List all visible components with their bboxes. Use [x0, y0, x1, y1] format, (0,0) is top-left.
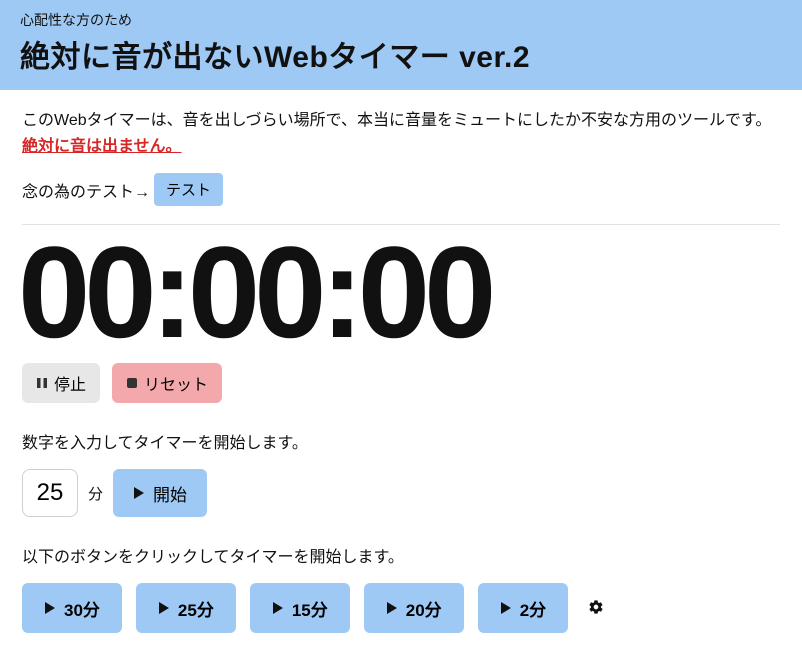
play-icon [133, 486, 145, 500]
settings-button[interactable] [582, 593, 610, 624]
preset-label: 20分 [406, 596, 442, 621]
preset-section-label: 以下のボタンをクリックしてタイマーを開始します。 [22, 543, 780, 567]
start-button[interactable]: 開始 [113, 469, 207, 517]
gear-icon [588, 599, 604, 615]
preset-button-2min[interactable]: 2分 [478, 583, 568, 633]
input-section-label: 数字を入力してタイマーを開始します。 [22, 429, 780, 453]
pause-icon [36, 377, 48, 389]
test-button[interactable]: テスト [154, 173, 223, 206]
start-button-label: 開始 [153, 481, 187, 506]
app-header: 心配性な方のため 絶対に音が出ないWebタイマー ver.2 [0, 0, 802, 90]
minutes-unit: 分 [88, 483, 103, 504]
play-icon [44, 601, 56, 615]
intro-block: このWebタイマーは、音を出しづらい場所で、本当に音量をミュートにしたか不安な方… [22, 108, 780, 159]
timer-display: 00:00:00 [18, 227, 780, 357]
no-sound-link[interactable]: 絶対に音は出ません。 [22, 138, 182, 155]
test-label: 念の為のテスト→ [22, 178, 150, 202]
minutes-input[interactable] [22, 469, 78, 517]
preset-button-15min[interactable]: 15分 [250, 583, 350, 633]
preset-button-20min[interactable]: 20分 [364, 583, 464, 633]
header-subtitle: 心配性な方のため [20, 10, 782, 30]
pause-button[interactable]: 停止 [22, 363, 100, 403]
preset-button-25min[interactable]: 25分 [136, 583, 236, 633]
reset-button[interactable]: リセット [112, 363, 222, 403]
test-row: 念の為のテスト→ テスト [22, 173, 780, 206]
play-icon [386, 601, 398, 615]
controls-row: 停止 リセット [22, 363, 780, 403]
play-icon [158, 601, 170, 615]
reset-button-label: リセット [144, 371, 208, 395]
preset-label: 15分 [292, 596, 328, 621]
play-icon [272, 601, 284, 615]
stop-icon [126, 377, 138, 389]
header-title: 絶対に音が出ないWebタイマー ver.2 [20, 32, 782, 76]
preset-button-30min[interactable]: 30分 [22, 583, 122, 633]
pause-button-label: 停止 [54, 371, 86, 395]
play-icon [500, 601, 512, 615]
preset-label: 2分 [520, 596, 546, 621]
intro-description-text: このWebタイマーは、音を出しづらい場所で、本当に音量をミュートにしたか不安な方… [22, 112, 771, 129]
input-row: 分 開始 [22, 469, 780, 517]
preset-label: 25分 [178, 596, 214, 621]
preset-row: 30分 25分 15分 20分 2分 [22, 583, 780, 633]
preset-label: 30分 [64, 596, 100, 621]
